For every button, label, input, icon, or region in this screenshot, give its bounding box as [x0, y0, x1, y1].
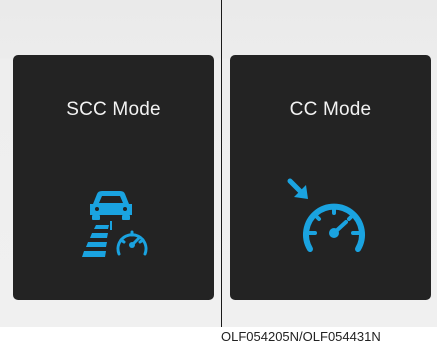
cc-mode-title: CC Mode [289, 99, 372, 120]
cruise-control-speedometer-icon [287, 178, 365, 252]
image-divider [221, 0, 222, 327]
cc-mode-panel: CC Mode [230, 55, 431, 300]
scc-mode-panel: SCC Mode [13, 55, 214, 300]
figure-code: OLF054205N/OLF054431N [221, 329, 381, 344]
scc-mode-title: SCC Mode [66, 99, 161, 120]
smart-cruise-control-icon [82, 191, 148, 257]
